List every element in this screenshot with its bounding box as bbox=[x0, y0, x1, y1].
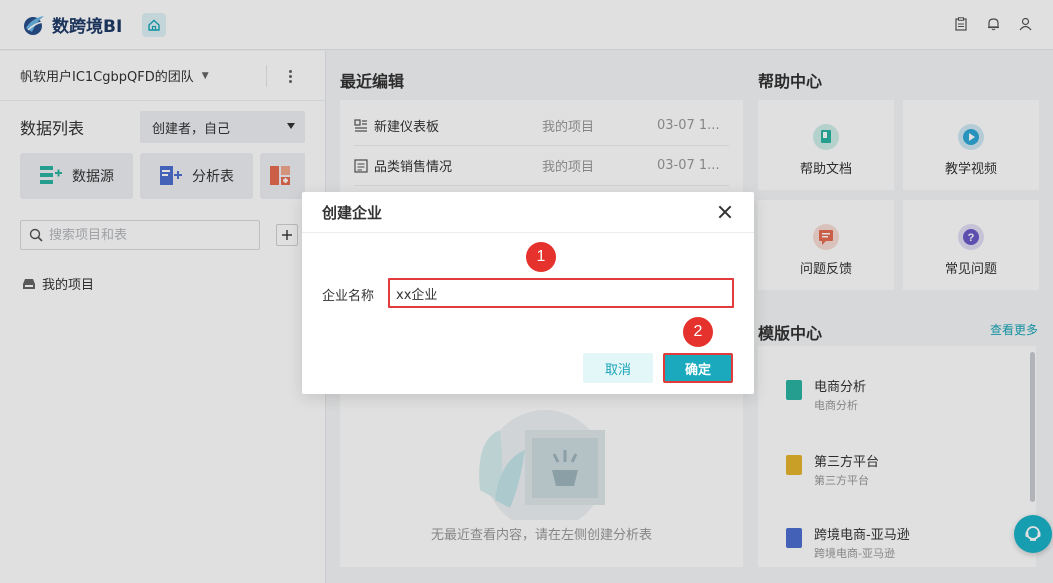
enterprise-name-input[interactable] bbox=[388, 278, 734, 308]
step-badge-2: 2 bbox=[683, 317, 713, 347]
dialog-title: 创建企业 bbox=[322, 203, 383, 222]
dialog-header: 创建企业 bbox=[302, 192, 754, 233]
enterprise-name-label: 企业名称 bbox=[322, 289, 375, 304]
close-icon[interactable] bbox=[718, 205, 732, 219]
cancel-button[interactable]: 取消 bbox=[583, 353, 653, 383]
create-enterprise-dialog: 创建企业 企业名称 取消 确定 bbox=[302, 192, 754, 394]
confirm-button[interactable]: 确定 bbox=[663, 353, 733, 383]
step-badge-1: 1 bbox=[526, 242, 556, 272]
